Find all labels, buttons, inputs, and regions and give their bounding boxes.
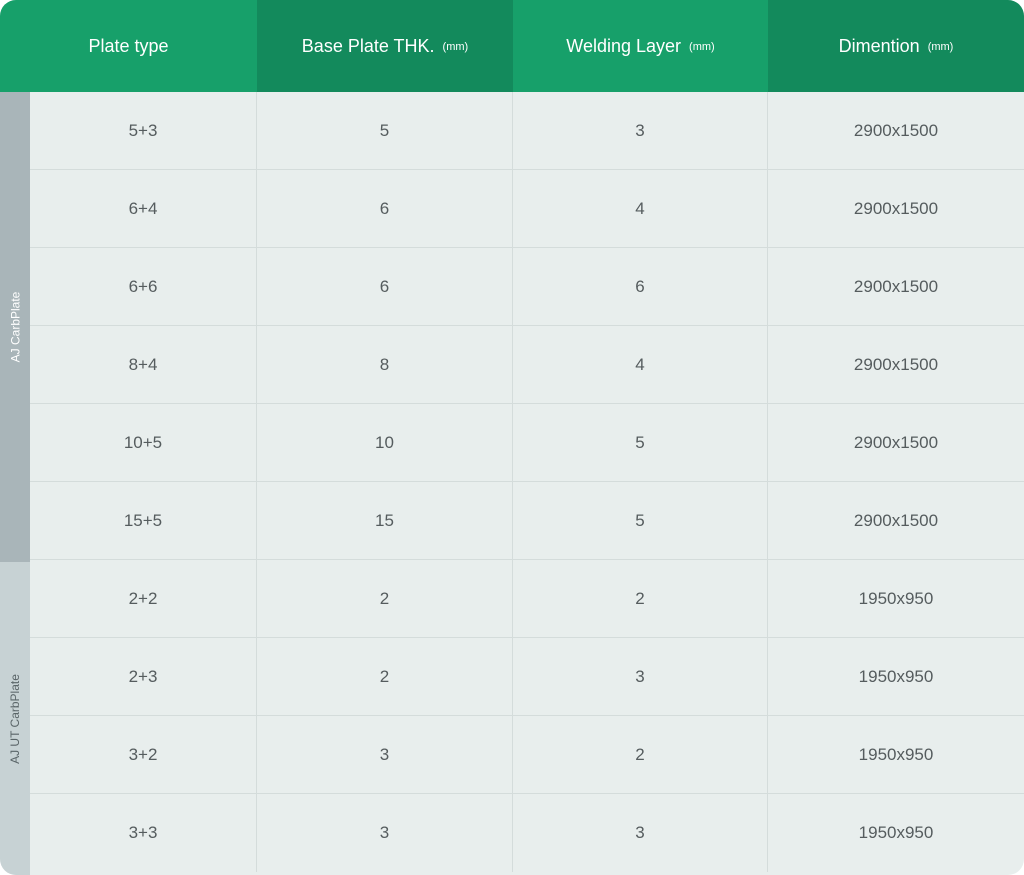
header-unit: (mm) <box>927 41 954 53</box>
table-row: 3+2 3 2 1950x950 <box>30 716 1024 794</box>
cell-plate-type: 15+5 <box>30 482 257 559</box>
table-row: 15+5 15 5 2900x1500 <box>30 482 1024 560</box>
header-plate-type: Plate type <box>0 0 257 92</box>
cell-dimension: 2900x1500 <box>853 432 939 452</box>
cell-plate-type: 2+3 <box>30 638 257 715</box>
cell-welding-layer: 3 <box>513 638 768 715</box>
cell-base-thk: 5 <box>257 92 513 169</box>
table-row: 2+2 2 2 1950x950 <box>30 560 1024 638</box>
cell-dimension: 1950x950 <box>858 588 934 608</box>
cell-base-thk: 6 <box>257 248 513 325</box>
cell-dimension: 1950x950 <box>858 666 934 686</box>
table-header: Plate type Base Plate THK. (mm) Welding … <box>0 0 1024 92</box>
group-label-aj-ut-carbplate: AJ UT CarbPlate <box>0 562 30 875</box>
cell-welding-layer: 2 <box>513 716 768 793</box>
header-unit: (mm) <box>442 41 469 53</box>
table-row: 3+3 3 3 1950x950 <box>30 794 1024 872</box>
cell-base-thk: 8 <box>257 326 513 403</box>
cell-plate-type: 5+3 <box>30 92 257 169</box>
cell-welding-layer: 4 <box>513 170 768 247</box>
cell-plate-type: 3+2 <box>30 716 257 793</box>
cell-welding-layer: 5 <box>513 404 768 481</box>
cell-plate-type: 3+3 <box>30 794 257 872</box>
group-label: AJ CarbPlate <box>8 291 23 363</box>
cell-plate-type: 6+6 <box>30 248 257 325</box>
cell-welding-layer: 3 <box>513 794 768 872</box>
header-label: Base Plate THK. <box>301 35 435 56</box>
header-label: Plate type <box>88 35 169 56</box>
cell-plate-type: 6+4 <box>30 170 257 247</box>
cell-plate-type: 10+5 <box>30 404 257 481</box>
cell-dimension: 2900x1500 <box>853 276 939 296</box>
cell-dimension: 1950x950 <box>858 823 934 842</box>
cell-dimension: 1950x950 <box>858 744 934 764</box>
plate-spec-table: Plate type Base Plate THK. (mm) Welding … <box>0 0 1024 875</box>
table-row: 8+4 8 4 2900x1500 <box>30 326 1024 404</box>
cell-welding-layer: 2 <box>513 560 768 637</box>
cell-dimension: 2900x1500 <box>853 510 939 530</box>
cell-dimension: 2900x1500 <box>853 120 939 140</box>
cell-base-thk: 3 <box>257 794 513 872</box>
cell-base-thk: 2 <box>257 560 513 637</box>
cell-plate-type: 2+2 <box>30 560 257 637</box>
cell-base-thk: 15 <box>257 482 513 559</box>
group-label: AJ UT CarbPlate <box>8 673 22 764</box>
table-body: 5+3 5 3 2900x1500 6+4 6 4 2900x1500 6+6 6 6 2900x15… <box>30 92 1024 872</box>
table-row: 6+4 6 4 2900x1500 <box>30 170 1024 248</box>
cell-welding-layer: 5 <box>513 482 768 559</box>
table-row: 6+6 6 6 2900x1500 <box>30 248 1024 326</box>
table-row: 2+3 2 3 1950x950 <box>30 638 1024 716</box>
header-welding-layer: Welding Layer (mm) <box>513 0 768 92</box>
header-unit: (mm) <box>689 41 715 53</box>
cell-base-thk: 6 <box>257 170 513 247</box>
header-label: Dimention <box>838 35 920 56</box>
group-label-aj-carbplate: AJ CarbPlate <box>0 92 30 562</box>
header-label: Welding Layer <box>566 35 682 56</box>
cell-welding-layer: 4 <box>513 326 768 403</box>
header-dimension: Dimention (mm) <box>768 0 1024 92</box>
table-row: 10+5 10 5 2900x1500 <box>30 404 1024 482</box>
cell-plate-type: 8+4 <box>30 326 257 403</box>
cell-welding-layer: 6 <box>513 248 768 325</box>
table-row: 5+3 5 3 2900x1500 <box>30 92 1024 170</box>
header-base-plate-thk: Base Plate THK. (mm) <box>257 0 513 92</box>
cell-base-thk: 3 <box>257 716 513 793</box>
cell-dimension: 2900x1500 <box>853 354 939 374</box>
cell-base-thk: 10 <box>257 404 513 481</box>
cell-base-thk: 2 <box>257 638 513 715</box>
cell-welding-layer: 3 <box>513 92 768 169</box>
cell-dimension: 2900x1500 <box>853 198 939 218</box>
